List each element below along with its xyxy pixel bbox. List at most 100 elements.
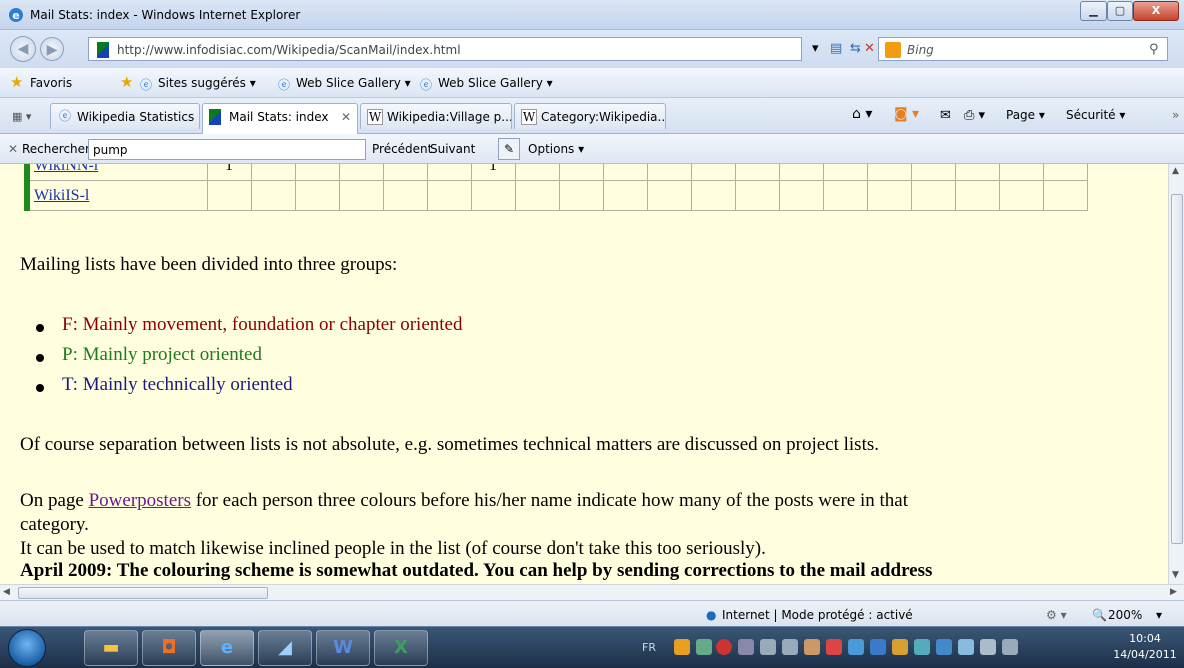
scroll-down-icon[interactable]: ▼ bbox=[1172, 570, 1179, 580]
tray-alert-icon[interactable] bbox=[826, 639, 842, 655]
feeds-icon[interactable]: ◙ ▾ bbox=[894, 106, 919, 122]
taskbar: ▬ ◘ e ◢ W X FR 10:04 14/04/2011 bbox=[0, 626, 1184, 668]
tab-mail-stats[interactable]: Mail Stats: index ✕ bbox=[202, 103, 358, 134]
maximize-button[interactable]: ▢ bbox=[1107, 1, 1133, 21]
table-cell bbox=[250, 180, 296, 211]
vertical-scrollbar[interactable]: ▲ ▼ bbox=[1168, 164, 1184, 584]
scroll-left-icon[interactable]: ◀ bbox=[3, 587, 10, 597]
list-link-wikiis[interactable]: WikiIS-l bbox=[34, 187, 89, 204]
tray-app-icon[interactable] bbox=[674, 639, 690, 655]
favorites-button[interactable]: Favoris bbox=[30, 76, 72, 90]
tray-monitor-icon[interactable] bbox=[848, 639, 864, 655]
powerposters-link[interactable]: Powerposters bbox=[89, 490, 191, 511]
table-cell bbox=[294, 180, 340, 211]
word-taskbar-icon[interactable]: W bbox=[316, 630, 370, 666]
clock[interactable]: 10:04 14/04/2011 bbox=[1110, 631, 1180, 663]
explorer-taskbar-icon[interactable]: ▬ bbox=[84, 630, 138, 666]
start-button[interactable] bbox=[8, 629, 46, 667]
back-button[interactable]: ◀ bbox=[10, 36, 36, 62]
scroll-thumb[interactable] bbox=[1171, 194, 1183, 544]
compat-view-icon[interactable]: ▤ bbox=[830, 40, 842, 58]
list-name-cell: WikiIS-l bbox=[24, 180, 208, 211]
tray-network-icon[interactable] bbox=[696, 639, 712, 655]
scroll-thumb[interactable] bbox=[18, 587, 268, 599]
security-menu[interactable]: Sécurité ▾ bbox=[1066, 108, 1125, 122]
tray-sync-icon[interactable] bbox=[870, 639, 886, 655]
page-menu[interactable]: Page ▾ bbox=[1006, 108, 1045, 122]
table-cell bbox=[250, 164, 296, 181]
table-cell bbox=[470, 180, 516, 211]
tray-volume-icon[interactable] bbox=[760, 639, 776, 655]
scroll-up-icon[interactable]: ▲ bbox=[1172, 166, 1179, 176]
find-previous-button[interactable]: Précédent bbox=[372, 142, 432, 156]
more-commands-icon[interactable]: » bbox=[1172, 108, 1179, 122]
search-field[interactable]: Bing ⚲ bbox=[878, 37, 1168, 61]
tray-flag-icon[interactable] bbox=[958, 639, 974, 655]
protected-mode-icon[interactable]: ⚙ ▾ bbox=[1046, 608, 1067, 622]
tray-speaker-icon[interactable] bbox=[782, 639, 798, 655]
fav-item-webslice-2[interactable]: Web Slice Gallery ▾ bbox=[438, 76, 553, 90]
table-cell bbox=[646, 164, 692, 181]
refresh-icon[interactable]: ⇆ bbox=[850, 40, 861, 58]
minimize-button[interactable]: ▁ bbox=[1080, 1, 1107, 21]
zoom-icon[interactable]: 🔍 bbox=[1092, 608, 1107, 622]
dropdown-icon[interactable]: ▾ bbox=[812, 40, 819, 58]
home-icon[interactable]: ⌂ ▾ bbox=[852, 106, 872, 122]
tray-display-icon[interactable] bbox=[980, 639, 996, 655]
security-zone[interactable]: Internet | Mode protégé : activé bbox=[722, 608, 913, 622]
tray-power-icon[interactable] bbox=[1002, 639, 1018, 655]
media-taskbar-icon[interactable]: ◘ bbox=[142, 630, 196, 666]
url-field[interactable]: http://www.infodisiac.com/Wikipedia/Scan… bbox=[88, 37, 802, 61]
zoom-dropdown-icon[interactable]: ▾ bbox=[1156, 608, 1162, 622]
close-tab-icon[interactable]: ✕ bbox=[341, 110, 351, 124]
horizontal-scrollbar[interactable]: ◀ ▶ bbox=[0, 584, 1184, 600]
table-cell bbox=[734, 164, 780, 181]
print-icon[interactable]: ⎙ ▾ bbox=[964, 108, 985, 123]
forward-button[interactable]: ▶ bbox=[40, 37, 64, 61]
separation-note: Of course separation between lists is no… bbox=[20, 434, 879, 455]
add-favorite-icon[interactable]: ★ bbox=[120, 73, 133, 91]
address-bar: ◀ ▶ http://www.infodisiac.com/Wikipedia/… bbox=[0, 30, 1184, 68]
tray-package-icon[interactable] bbox=[892, 639, 908, 655]
mail-icon[interactable]: ✉ bbox=[940, 108, 951, 123]
ie-taskbar-icon[interactable]: e bbox=[200, 630, 254, 666]
favorites-star-icon[interactable]: ★ bbox=[10, 73, 23, 91]
tab-village-pump[interactable]: W Wikipedia:Village p... bbox=[360, 103, 512, 129]
fav-item-suggested[interactable]: Sites suggérés ▾ bbox=[158, 76, 256, 90]
stop-icon[interactable]: ✕ bbox=[864, 40, 875, 58]
find-input[interactable] bbox=[88, 139, 366, 160]
table-cell bbox=[954, 180, 1000, 211]
fav-item-webslice-1[interactable]: Web Slice Gallery ▾ bbox=[296, 76, 411, 90]
excel-taskbar-icon[interactable]: X bbox=[374, 630, 428, 666]
table-cell bbox=[514, 164, 560, 181]
close-button[interactable]: X bbox=[1133, 1, 1179, 21]
globe-icon: ● bbox=[706, 608, 717, 622]
wikipedia-icon: W bbox=[367, 109, 383, 125]
clock-time: 10:04 bbox=[1129, 632, 1161, 645]
tab-wikipedia-statistics[interactable]: ⓔ Wikipedia Statistics ... bbox=[50, 103, 200, 129]
svg-text:e: e bbox=[12, 9, 19, 22]
zoom-level[interactable]: 200% bbox=[1108, 608, 1142, 622]
tray-security-icon[interactable] bbox=[716, 639, 732, 655]
tray-update-icon[interactable] bbox=[914, 639, 930, 655]
tray-user-icon[interactable] bbox=[804, 639, 820, 655]
find-options-button[interactable]: Options ▾ bbox=[528, 142, 584, 156]
bing-icon bbox=[885, 42, 901, 58]
highlight-icon[interactable]: ✎ bbox=[498, 138, 520, 160]
table-cell bbox=[866, 180, 912, 211]
favorites-bar: ★ Favoris ★ ⓔ Sites suggérés ▾ ⓔ Web Sli… bbox=[0, 68, 1184, 98]
tray-device-icon[interactable] bbox=[738, 639, 754, 655]
list-link-wikinn[interactable]: WikiNN-l bbox=[34, 164, 98, 174]
tray-keyboard-icon[interactable] bbox=[936, 639, 952, 655]
app-taskbar-icon[interactable]: ◢ bbox=[258, 630, 312, 666]
language-indicator[interactable]: FR bbox=[642, 641, 656, 654]
quick-tabs-icon[interactable]: ▦ ▾ bbox=[12, 110, 31, 123]
system-tray: FR bbox=[636, 627, 1184, 668]
table-cell bbox=[206, 180, 252, 211]
tab-category-wikipedia[interactable]: W Category:Wikipedia... bbox=[514, 103, 666, 129]
close-find-icon[interactable]: ✕ bbox=[8, 142, 18, 156]
scroll-right-icon[interactable]: ▶ bbox=[1170, 587, 1177, 597]
find-next-button[interactable]: Suivant bbox=[430, 142, 475, 156]
search-icon[interactable]: ⚲ bbox=[1149, 42, 1159, 57]
group-p-item: P: Mainly project oriented bbox=[36, 344, 262, 365]
